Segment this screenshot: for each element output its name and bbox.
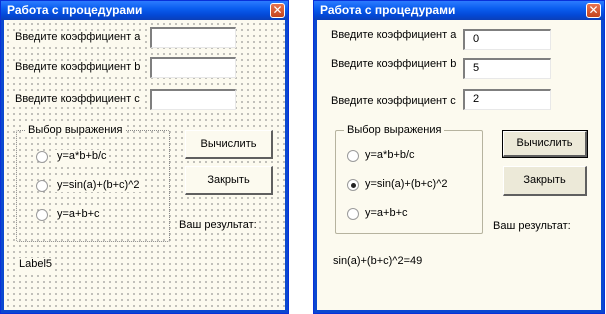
radio-option-3[interactable] [347, 208, 359, 220]
option-2-label: y=sin(a)+(b+c)^2 [55, 179, 142, 192]
calculate-button[interactable]: Вычислить [185, 130, 273, 159]
radio-option-1[interactable] [347, 150, 359, 162]
option-3-label: y=a+b+c [55, 208, 102, 221]
label-coefficient-a: Введите коэффициент a [331, 29, 457, 41]
runtime-title-bar[interactable]: Работа с процедурами ✕ [314, 1, 604, 20]
radio-option-3[interactable] [36, 209, 48, 221]
design-form-window: Работа с процедурами ✕ Введите коэффицие… [0, 0, 289, 314]
radio-option-2-selected[interactable] [347, 179, 359, 191]
output-label: Label5 [17, 258, 55, 271]
option-1-label: y=a*b+b/c [365, 149, 415, 161]
result-label: Ваш результат: [493, 220, 571, 232]
frame-title: Выбор выражения [344, 124, 445, 137]
design-client-area: Введите коэффициент a Введите коэффициен… [1, 20, 288, 313]
frame-title: Выбор выражения [25, 124, 126, 137]
label-coefficient-b: Введите коэффициент b [331, 58, 457, 70]
input-coefficient-b[interactable]: 5 [463, 58, 551, 79]
label-coefficient-a: Введите коэффициент a [13, 31, 143, 44]
label-coefficient-c: Введите коэффициент с [13, 93, 142, 106]
option-2-label: y=sin(a)+(b+c)^2 [365, 178, 448, 190]
design-title-bar[interactable]: Работа с процедурами ✕ [1, 1, 288, 20]
runtime-form-window: Работа с процедурами ✕ Введите коэффицие… [313, 0, 605, 314]
close-icon[interactable]: ✕ [270, 3, 285, 18]
input-coefficient-b[interactable] [150, 57, 236, 78]
design-window-title: Работа с процедурами [7, 3, 143, 17]
input-coefficient-c[interactable] [150, 89, 236, 110]
runtime-client-area: Введите коэффициент a 0 Введите коэффици… [314, 20, 604, 313]
input-coefficient-a[interactable]: 0 [463, 29, 551, 50]
input-coefficient-a[interactable] [150, 27, 236, 48]
runtime-window-title: Работа с процедурами [320, 3, 456, 17]
option-1-label: y=a*b+b/c [55, 150, 109, 163]
label-coefficient-b: Введите коэффициент b [13, 61, 143, 74]
calculate-button[interactable]: Вычислить [502, 130, 588, 158]
expression-frame: Выбор выражения y=a*b+b/c y=sin(a)+(b+c)… [335, 124, 483, 234]
expression-frame: Выбор выражения y=a*b+b/c y=sin(a)+(b+c)… [16, 124, 170, 242]
result-label: Ваш результат: [177, 219, 259, 232]
output-result-text: sin(a)+(b+c)^2=49 [333, 255, 423, 267]
input-coefficient-c[interactable]: 2 [463, 89, 551, 110]
close-icon[interactable]: ✕ [586, 3, 601, 18]
radio-option-2[interactable] [36, 180, 48, 192]
option-3-label: y=a+b+c [365, 207, 408, 219]
label-coefficient-c: Введите коэффициент с [331, 95, 456, 107]
close-button[interactable]: Закрыть [185, 166, 273, 195]
radio-option-1[interactable] [36, 151, 48, 163]
close-button[interactable]: Закрыть [503, 166, 587, 196]
